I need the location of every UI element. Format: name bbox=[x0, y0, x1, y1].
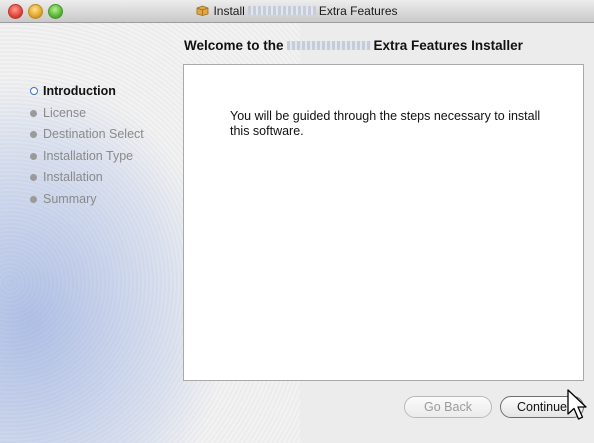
step-bullet-icon bbox=[30, 131, 37, 138]
mouse-pointer-icon bbox=[567, 389, 587, 420]
step-installation-type: Installation Type bbox=[30, 149, 144, 171]
step-introduction: Introduction bbox=[30, 84, 144, 106]
step-label: Summary bbox=[43, 191, 97, 206]
redacted-product-name-heading bbox=[286, 41, 371, 50]
window-title-prefix: Install bbox=[213, 4, 245, 18]
page-title-suffix: Extra Features Installer bbox=[373, 38, 523, 53]
step-bullet-icon bbox=[30, 195, 37, 203]
current-step-bullet-icon bbox=[30, 87, 38, 95]
step-label: Introduction bbox=[43, 84, 116, 98]
step-label: Installation Type bbox=[43, 148, 134, 163]
installer-steps-list: Introduction License Destination Select … bbox=[30, 84, 144, 213]
package-icon bbox=[197, 5, 209, 16]
window-title: Install Extra Features bbox=[0, 4, 594, 18]
page-title-prefix: Welcome to the bbox=[184, 38, 284, 53]
installer-window: Install Extra Features Welcome to the Extr… bbox=[0, 0, 594, 443]
step-bullet-icon bbox=[30, 152, 37, 160]
step-license: License bbox=[30, 106, 144, 128]
go-back-button[interactable]: Go Back bbox=[404, 396, 492, 418]
window-title-suffix: Extra Features bbox=[318, 4, 398, 18]
step-bullet-icon bbox=[30, 109, 37, 117]
step-destination-select: Destination Select bbox=[30, 127, 144, 149]
intro-text: You will be guided through the steps nec… bbox=[230, 109, 541, 138]
step-installation: Installation bbox=[30, 170, 144, 192]
step-summary: Summary bbox=[30, 192, 144, 214]
step-bullet-icon bbox=[30, 174, 37, 181]
step-label: License bbox=[43, 105, 87, 120]
redacted-product-name bbox=[247, 6, 316, 15]
page-title: Welcome to the Extra Features Installer bbox=[184, 38, 584, 53]
step-label: Destination Select bbox=[43, 127, 144, 141]
title-bar[interactable]: Install Extra Features bbox=[0, 0, 594, 23]
step-label: Installation bbox=[43, 170, 103, 184]
content-pane: You will be guided through the steps nec… bbox=[183, 64, 584, 381]
